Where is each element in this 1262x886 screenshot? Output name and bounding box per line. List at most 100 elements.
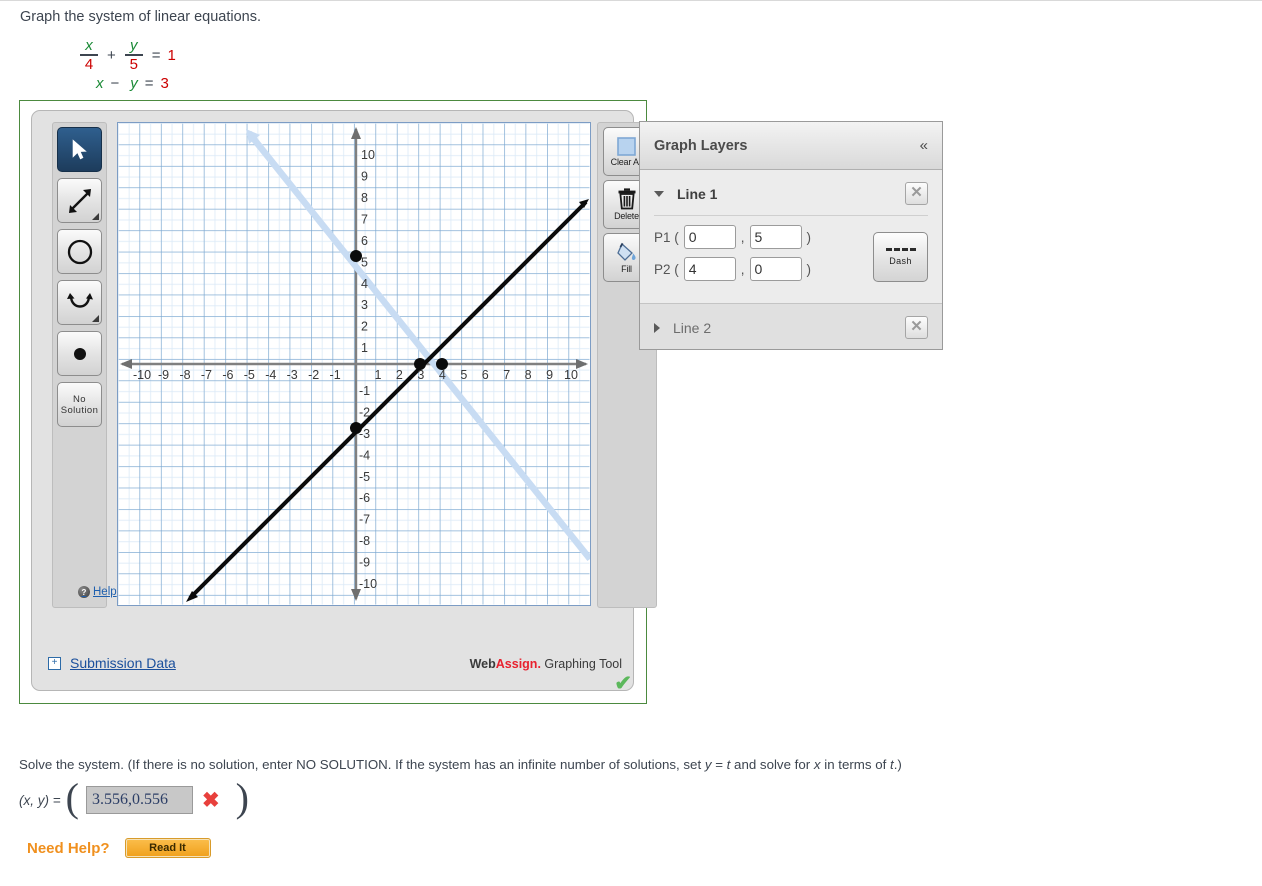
p2-label: P2 ( [654,261,679,277]
svg-text:3: 3 [361,298,368,312]
p1-x-input[interactable] [683,225,736,249]
svg-text:1: 1 [375,368,382,382]
line-style-dash-button[interactable]: Dash [873,232,928,282]
layer-line-1-label: Line 1 [677,185,718,202]
parabola-tool[interactable] [57,280,102,325]
layer-line-2-header[interactable]: Line 2 ✕ [640,304,942,349]
dashed-line-icon [885,248,916,251]
graphing-tool: No Solution ? Help -10 -9 -8 -7 -6 -5 -4… [31,110,657,691]
svg-text:-5: -5 [244,368,255,382]
svg-text:-10: -10 [359,577,377,591]
p1-y-input[interactable] [749,225,802,249]
circle-tool[interactable] [57,229,102,274]
svg-text:9: 9 [546,368,553,382]
svg-text:-4: -4 [359,448,370,462]
svg-text:3: 3 [417,368,424,382]
help-label: Help [93,586,117,598]
collapse-panel-icon[interactable]: « [920,137,928,154]
layer-line-1-header[interactable]: Line 1 ✕ [640,170,942,215]
graph-left-toolbar: No Solution ? Help [52,122,117,608]
equation-2-x: x [96,74,104,92]
delete-label: Delete [614,211,639,221]
svg-text:-10: -10 [133,368,151,382]
pointer-tool[interactable] [57,127,102,172]
brand-suffix: Graphing Tool [540,657,622,671]
answer-input[interactable]: 3.556,0.556 [85,786,193,814]
need-help-row: Need Help? Read It [27,838,211,858]
delete-layer-line-1-icon[interactable]: ✕ [905,182,928,205]
svg-text:6: 6 [482,368,489,382]
fraction-denominator: 5 [129,55,138,73]
svg-text:2: 2 [396,368,403,382]
delete-layer-line-2-icon[interactable]: ✕ [905,316,928,339]
fraction-denominator: 4 [84,55,94,73]
layer-line-1: Line 1 ✕ P1 ( , ) P2 ( , ) [640,170,942,304]
correct-status-icon: ✔ [614,672,632,695]
equation-system: x 4 + y 5 = 1 x − y = 3 [78,37,176,98]
line-tool[interactable] [57,178,102,223]
graph-layers-title: Graph Layers [654,137,748,154]
svg-text:-6: -6 [359,491,370,505]
svg-text:-3: -3 [287,368,298,382]
p2-x-input[interactable] [683,257,736,281]
svg-text:5: 5 [361,255,368,269]
no-solution-tool[interactable]: No Solution [57,382,102,427]
solve-var-y: y [704,757,712,772]
svg-text:-9: -9 [359,556,370,570]
solve-instruction-c: in terms of [820,757,891,772]
page-title: Graph the system of linear equations. [20,9,261,25]
svg-text:-9: -9 [158,368,169,382]
graph-help-link[interactable]: ? Help [78,586,117,598]
p2-y-input[interactable] [749,257,802,281]
equation-2-rhs: 3 [160,74,169,92]
chevron-right-icon[interactable] [654,322,660,333]
svg-text:4: 4 [361,277,368,291]
svg-text:10: 10 [564,368,578,382]
graph-svg: -10 -9 -8 -7 -6 -5 -4 -3 -2 -1 12 34 56 78 91… [118,123,590,605]
svg-text:1: 1 [361,341,368,355]
read-it-button[interactable]: Read It [124,838,211,858]
p2-row: P2 ( , ) [654,257,863,281]
p1-label: P1 ( [654,229,679,245]
plus-operator: + [107,46,116,64]
comma: , [740,229,745,245]
svg-text:-3: -3 [359,427,370,441]
svg-text:-1: -1 [359,384,370,398]
svg-text:2: 2 [361,320,368,334]
comma: , [740,261,745,277]
trash-can-icon [618,188,635,210]
brand-assign: Assign. [495,657,541,671]
svg-text:7: 7 [361,212,368,226]
tool-options-corner-icon [92,315,99,322]
no-solution-label: No Solution [60,393,99,416]
svg-text:-7: -7 [201,368,212,382]
help-icon: ? [78,586,90,598]
page-top-divider [0,0,1262,1]
dash-label: Dash [889,256,912,266]
p1-row: P1 ( , ) [654,225,863,249]
close-paren: ) [806,261,812,277]
point-tool[interactable] [57,331,102,376]
fill-label: Fill [621,264,632,274]
chevron-down-icon[interactable] [654,190,664,197]
layer-line-2: Line 2 ✕ [640,304,942,349]
answer-label: (x, y) = [19,792,61,808]
circle-icon [67,239,92,264]
fraction-y-over-5: y 5 [124,38,143,73]
svg-text:10: 10 [361,148,375,162]
blue-square-icon [617,136,636,156]
svg-text:-8: -8 [179,368,190,382]
filled-dot-icon [73,347,86,360]
graph-canvas[interactable]: -10 -9 -8 -7 -6 -5 -4 -3 -2 -1 12 34 56 78 91… [117,122,591,606]
svg-text:-2: -2 [359,405,370,419]
solve-eq: = [711,757,727,772]
solve-instruction: Solve the system. (If there is no soluti… [19,757,902,772]
fraction-numerator: x [85,37,93,55]
submission-data-link[interactable]: Submission Data [70,655,176,671]
graph-layers-panel: Graph Layers « Line 1 ✕ P1 ( , ) P2 [639,121,943,350]
submission-data-row[interactable]: + Submission Data [48,655,176,671]
incorrect-status-icon: ✖ [201,788,220,812]
expand-icon[interactable]: + [48,656,61,670]
parabola-icon [66,292,93,308]
svg-text:9: 9 [361,170,368,184]
